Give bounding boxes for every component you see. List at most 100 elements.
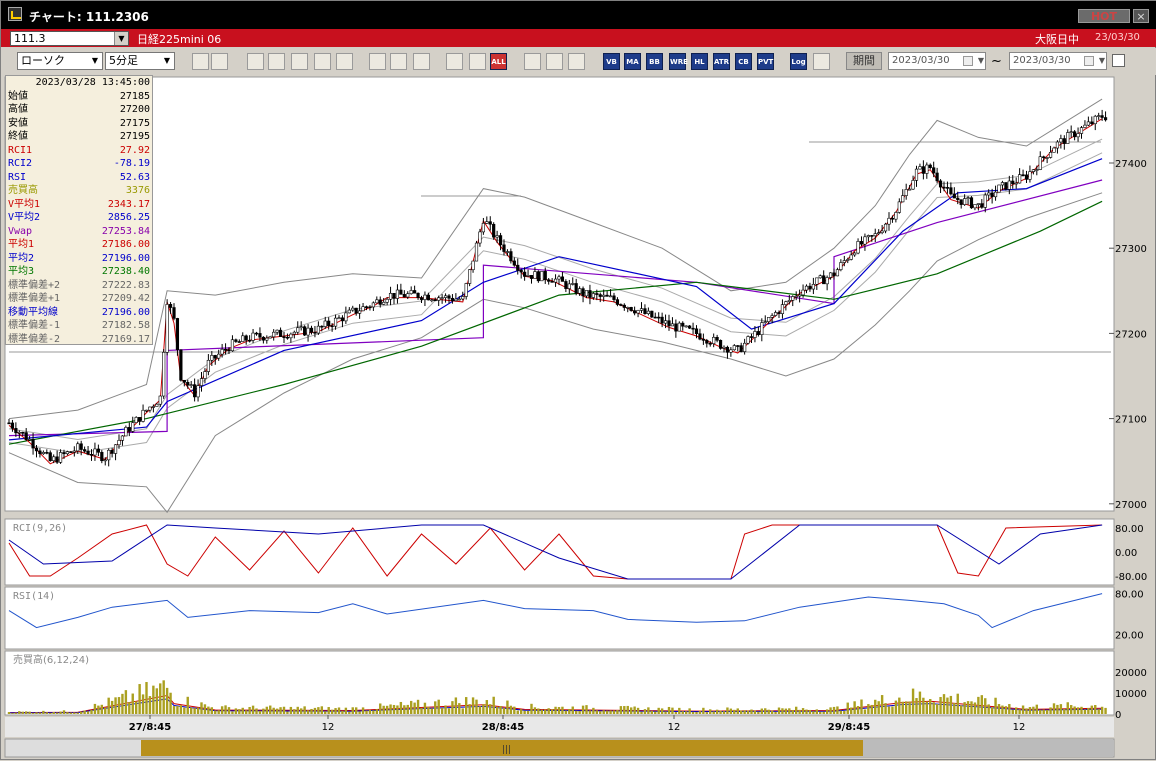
chevron-down-icon[interactable]: ▼: [1099, 53, 1105, 69]
volume-bar: [124, 690, 128, 714]
tool1-icon[interactable]: [247, 53, 264, 70]
volume-bar: [808, 709, 812, 714]
pen-icon[interactable]: [369, 53, 386, 70]
atr-button[interactable]: ATR: [713, 53, 730, 70]
cb-button[interactable]: CB: [735, 53, 752, 70]
date-from-field[interactable]: 2023/03/30 ▼: [888, 52, 986, 70]
volume-bar: [18, 711, 21, 714]
chart-type-select[interactable]: ローソク ▼: [17, 52, 103, 70]
volume-bar: [966, 701, 970, 714]
candle-body: [660, 316, 664, 324]
export-icon[interactable]: [813, 53, 830, 70]
volume-bar: [1025, 708, 1028, 714]
volume-bar: [196, 707, 200, 714]
candle-body: [193, 384, 197, 398]
rci-tick-label: 0.00: [1115, 548, 1137, 559]
vb-button[interactable]: VB: [603, 53, 620, 70]
volume-bar: [568, 708, 571, 714]
volume-bar: [138, 684, 141, 714]
candle-body: [505, 251, 510, 253]
volume-bar: [973, 702, 977, 714]
settings-icon[interactable]: [524, 53, 541, 70]
hot-button[interactable]: HOT: [1078, 9, 1130, 23]
chevron-down-icon[interactable]: ▼: [114, 32, 128, 45]
calendar-icon[interactable]: [1084, 56, 1094, 66]
rsi-panel[interactable]: [4, 586, 1115, 650]
chevron-down-icon[interactable]: ▼: [88, 53, 102, 69]
candle-body: [206, 359, 210, 372]
toolbar: ローソク ▼ 5分足 ▼ ALL VB MA BB WRE HL ATR CB PVT Log 期…: [1, 48, 1156, 75]
candle-body: [602, 294, 606, 297]
volume-bar: [1011, 709, 1014, 714]
candle-body: [31, 438, 35, 449]
candle-body: [694, 328, 699, 334]
interval-select[interactable]: 5分足 ▼: [105, 52, 175, 70]
volume-bar: [801, 708, 805, 714]
option-checkbox[interactable]: [1112, 54, 1125, 67]
chevron-down-icon[interactable]: ▼: [978, 53, 984, 69]
close-icon[interactable]: ×: [1133, 9, 1149, 23]
color-icon[interactable]: [568, 53, 585, 70]
candle-body: [832, 272, 836, 277]
candle-body: [681, 322, 685, 327]
value-label: 標準偏差-1: [8, 320, 61, 331]
period-button[interactable]: 期間: [846, 52, 882, 70]
volume-bar: [324, 711, 327, 714]
candle-body: [34, 447, 39, 452]
hl-button[interactable]: HL: [691, 53, 708, 70]
tool4-icon[interactable]: [314, 53, 331, 70]
ma-button[interactable]: MA: [624, 53, 641, 70]
value-row: V平均1 2343.17: [8, 198, 150, 212]
volume-bar: [28, 711, 31, 714]
rci-panel[interactable]: [4, 518, 1115, 586]
tool3-icon[interactable]: [291, 53, 308, 70]
bar-width-icon[interactable]: [211, 53, 228, 70]
wre-button[interactable]: WRE: [669, 53, 688, 70]
candle-body: [399, 289, 403, 295]
cursor-icon[interactable]: [390, 53, 407, 70]
candle-body: [894, 212, 898, 220]
volume-bar: [396, 705, 399, 714]
candle-a-icon[interactable]: [446, 53, 463, 70]
candle-body: [822, 275, 826, 285]
volume-bar: [911, 688, 915, 714]
candle-body: [914, 168, 919, 181]
volume-bar: [1059, 704, 1063, 714]
title-bar[interactable]: チャート: 111.2306 HOT ×: [1, 1, 1156, 29]
volume-bar: [946, 697, 949, 714]
chevron-down-icon[interactable]: ▼: [160, 53, 174, 69]
brush-icon[interactable]: [546, 53, 563, 70]
bb-button[interactable]: BB: [646, 53, 663, 70]
candle-b-icon[interactable]: [469, 53, 486, 70]
value-row: Vwap 27253.84: [8, 225, 150, 239]
candle-body: [677, 322, 681, 332]
undo-icon[interactable]: [413, 53, 430, 70]
price-tick-label: 27300: [1115, 244, 1147, 255]
date-to-field[interactable]: 2023/03/30 ▼: [1009, 52, 1107, 70]
code-select[interactable]: 111.3 ▼: [10, 31, 129, 46]
zoom-icon[interactable]: [192, 53, 209, 70]
volume-bar: [21, 711, 24, 714]
calendar-icon[interactable]: [963, 56, 973, 66]
volume-bar: [207, 706, 210, 714]
pvt-button[interactable]: PVT: [757, 53, 774, 70]
candle-body: [28, 438, 32, 441]
candle-body: [333, 317, 338, 327]
delete-all-button[interactable]: ALL: [490, 53, 507, 70]
volume-bar: [784, 708, 788, 714]
rsi-tick-label: 20.00: [1115, 630, 1144, 641]
candle-body: [17, 431, 21, 434]
chart-area[interactable]: ||| 27400 27300 27200 27100 27000 27/8:45 12 28…: [1, 75, 1156, 761]
candle-body: [605, 294, 609, 297]
volume-bar: [289, 706, 293, 714]
log-button[interactable]: Log: [790, 53, 807, 70]
tool5-icon[interactable]: [336, 53, 353, 70]
value-number: 27209.42: [101, 293, 150, 304]
volume-bar: [1056, 704, 1059, 714]
volume-bar: [530, 703, 533, 714]
value-row: 標準偏差+2 27222.83: [8, 279, 150, 293]
candle-body: [162, 352, 166, 397]
candle-body: [120, 435, 125, 441]
candle-body: [828, 272, 833, 278]
tool2-icon[interactable]: [268, 53, 285, 70]
